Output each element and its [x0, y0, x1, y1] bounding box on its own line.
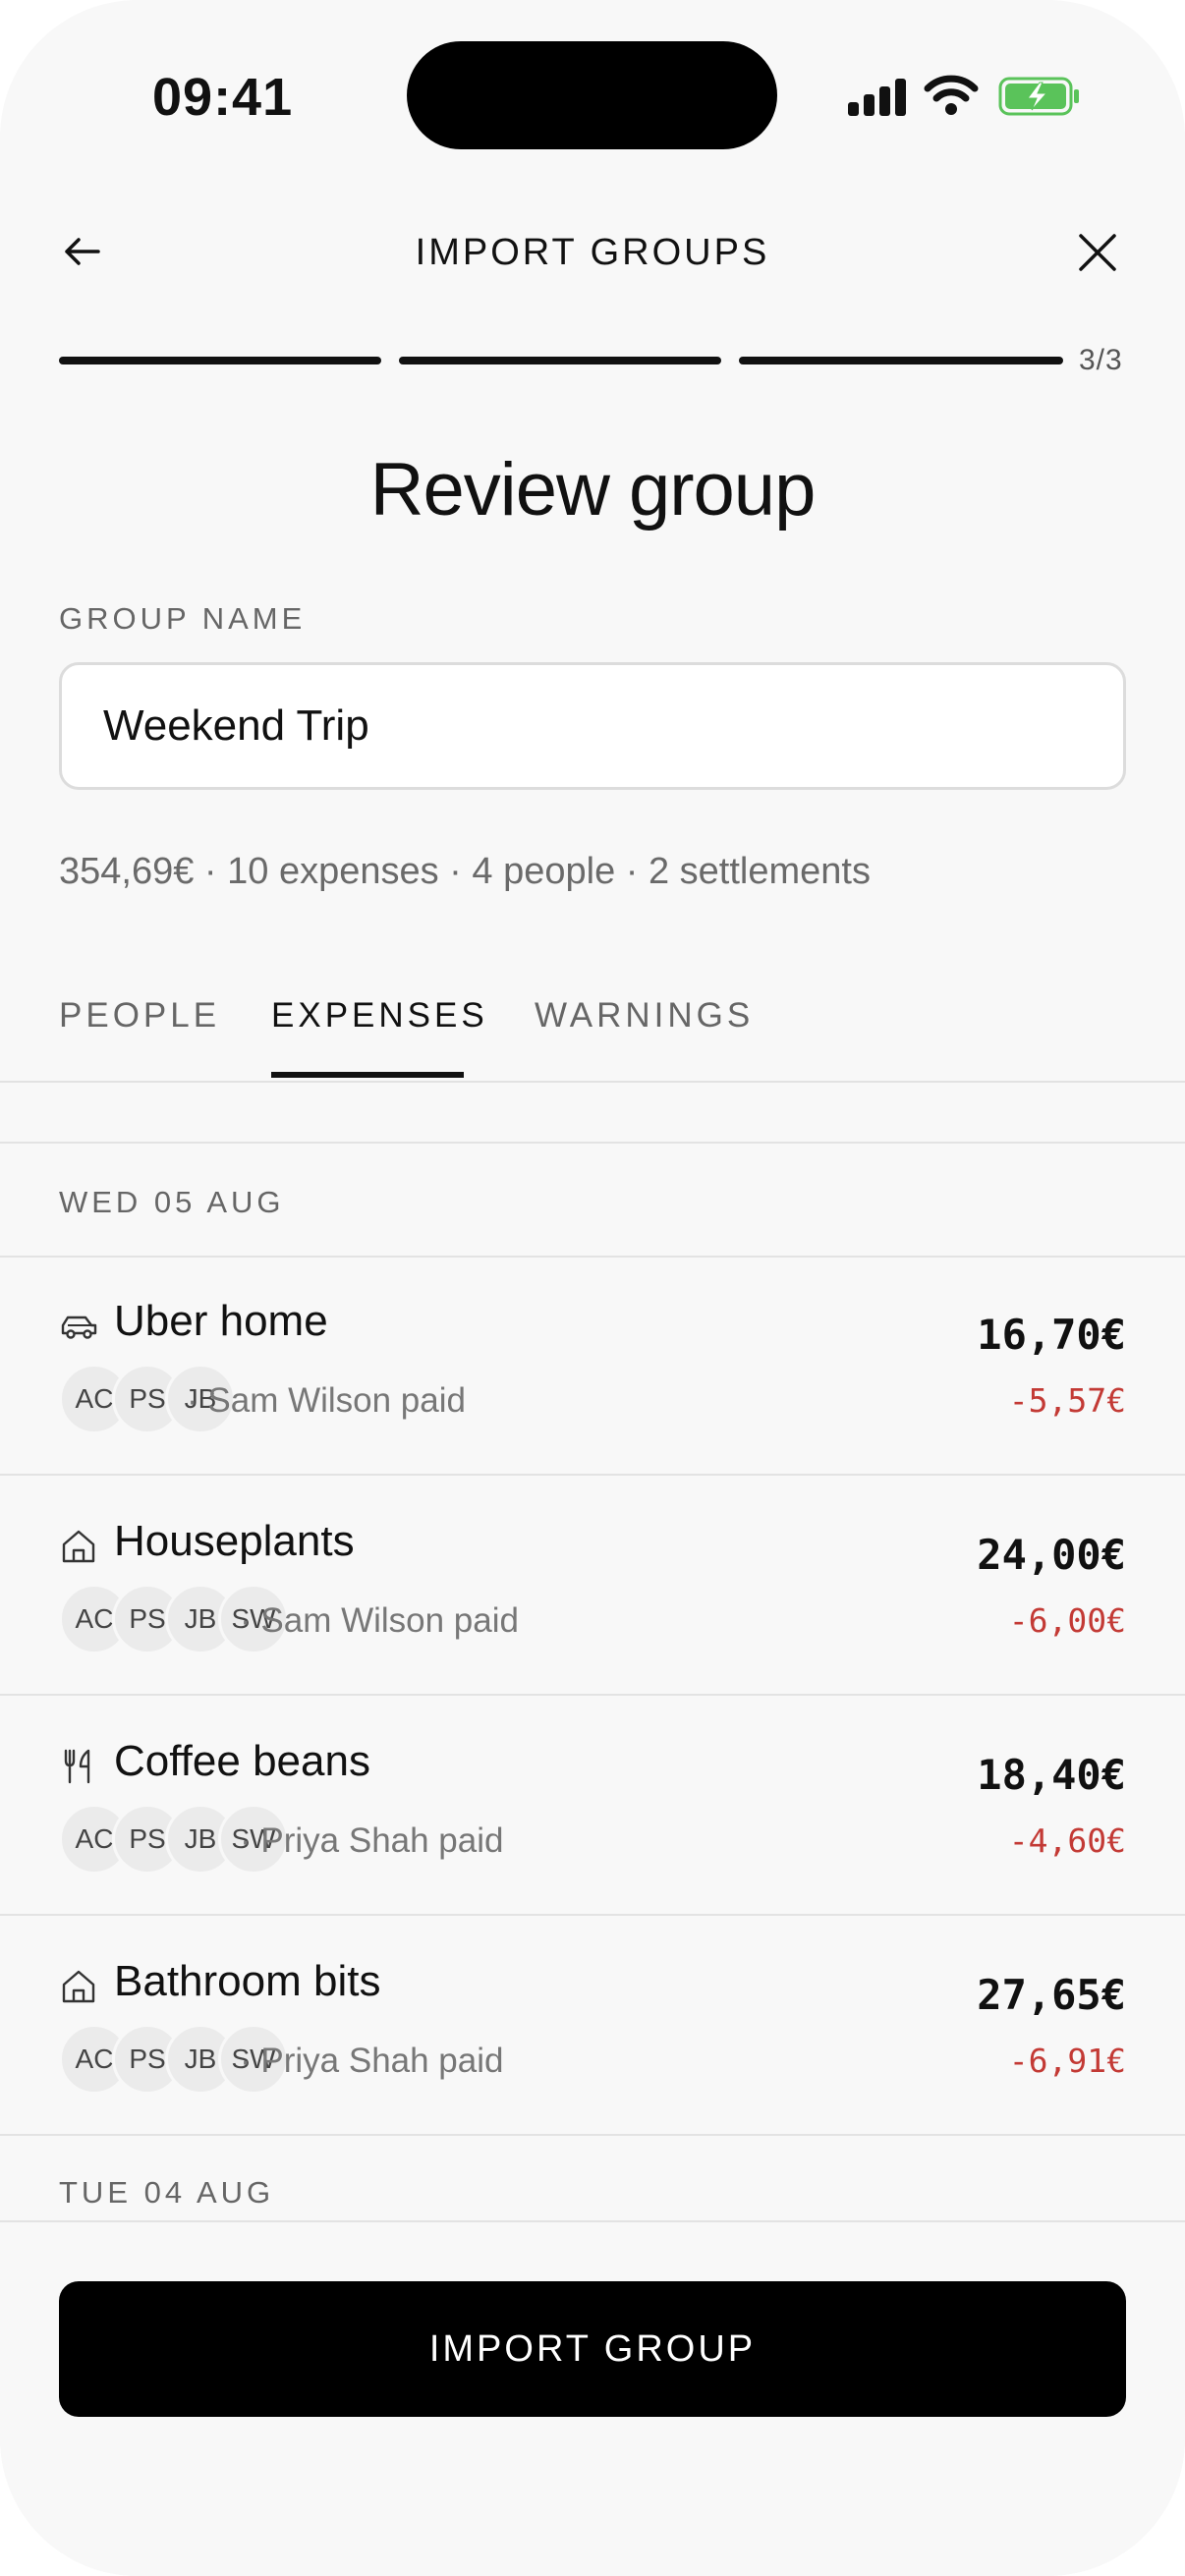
- expense-row-houseplants[interactable]: Houseplants AC PS JB SW · Sam Wilson pai…: [0, 1478, 1185, 1696]
- progress-step-1: [59, 357, 381, 364]
- expense-amount: 27,65€: [977, 1971, 1126, 2019]
- expense-share: -6,91€: [1008, 2042, 1126, 2080]
- progress-step-2: [399, 357, 721, 364]
- expense-title: Houseplants: [114, 1517, 355, 1565]
- phone-screen: 09:41 IMPORT GROUPS 3/3 Review group GRO…: [0, 0, 1185, 2576]
- page-title: Review group: [369, 448, 817, 532]
- expense-row-coffee-beans[interactable]: Coffee beans AC PS JB SW · Priya Shah pa…: [0, 1698, 1185, 1916]
- divider: [0, 1142, 1185, 1144]
- active-tab-indicator: [271, 1072, 464, 1078]
- expense-title: Bathroom bits: [114, 1957, 381, 2005]
- group-name-input[interactable]: [59, 662, 1126, 790]
- expense-row-uber-home[interactable]: Uber home AC PS JB · Sam Wilson paid 16,…: [0, 1258, 1185, 1476]
- expense-share: -4,60€: [1008, 1821, 1126, 1860]
- expense-title: Coffee beans: [114, 1737, 370, 1785]
- wifi-icon: [924, 75, 979, 115]
- status-time: 09:41: [152, 68, 294, 127]
- day-header: WED 05 AUG: [59, 1185, 285, 1219]
- tab-people[interactable]: PEOPLE: [59, 996, 220, 1036]
- group-summary: 354,69€ · 10 expenses · 4 people · 2 set…: [59, 851, 871, 892]
- header-title: IMPORT GROUPS: [415, 232, 770, 273]
- cutlery-icon: [64, 1749, 90, 1784]
- home-icon: [62, 1970, 95, 2003]
- battery-charging-icon: [998, 77, 1079, 116]
- expense-row-bathroom-bits[interactable]: Bathroom bits AC PS JB SW · Priya Shah p…: [0, 1918, 1185, 2136]
- expense-amount: 24,00€: [977, 1531, 1126, 1579]
- expense-title: Uber home: [114, 1297, 328, 1345]
- tab-expenses[interactable]: EXPENSES: [271, 996, 488, 1036]
- close-icon[interactable]: [1075, 230, 1120, 275]
- payer-text: · Priya Shah paid: [240, 2042, 504, 2080]
- payer-text: · Priya Shah paid: [240, 1821, 504, 1860]
- day-header: TUE 04 AUG: [59, 2175, 275, 2210]
- tab-warnings[interactable]: WARNINGS: [535, 996, 754, 1036]
- progress-step-3: [739, 357, 1063, 364]
- expense-amount: 16,70€: [977, 1311, 1126, 1359]
- tab-bar: PEOPLE EXPENSES WARNINGS: [0, 982, 1185, 1083]
- expense-amount: 18,40€: [977, 1751, 1126, 1799]
- expense-share: -5,57€: [1008, 1381, 1126, 1420]
- cellular-signal-icon: [848, 77, 907, 116]
- dynamic-island: [407, 41, 777, 149]
- home-icon: [62, 1530, 95, 1563]
- car-icon: [61, 1316, 97, 1339]
- payer-text: · Sam Wilson paid: [240, 1601, 519, 1640]
- group-name-label: GROUP NAME: [59, 601, 307, 636]
- payer-text: · Sam Wilson paid: [187, 1381, 466, 1420]
- expense-share: -6,00€: [1008, 1601, 1126, 1640]
- step-counter: 3/3: [1079, 344, 1123, 376]
- import-group-button[interactable]: IMPORT GROUP: [59, 2281, 1126, 2417]
